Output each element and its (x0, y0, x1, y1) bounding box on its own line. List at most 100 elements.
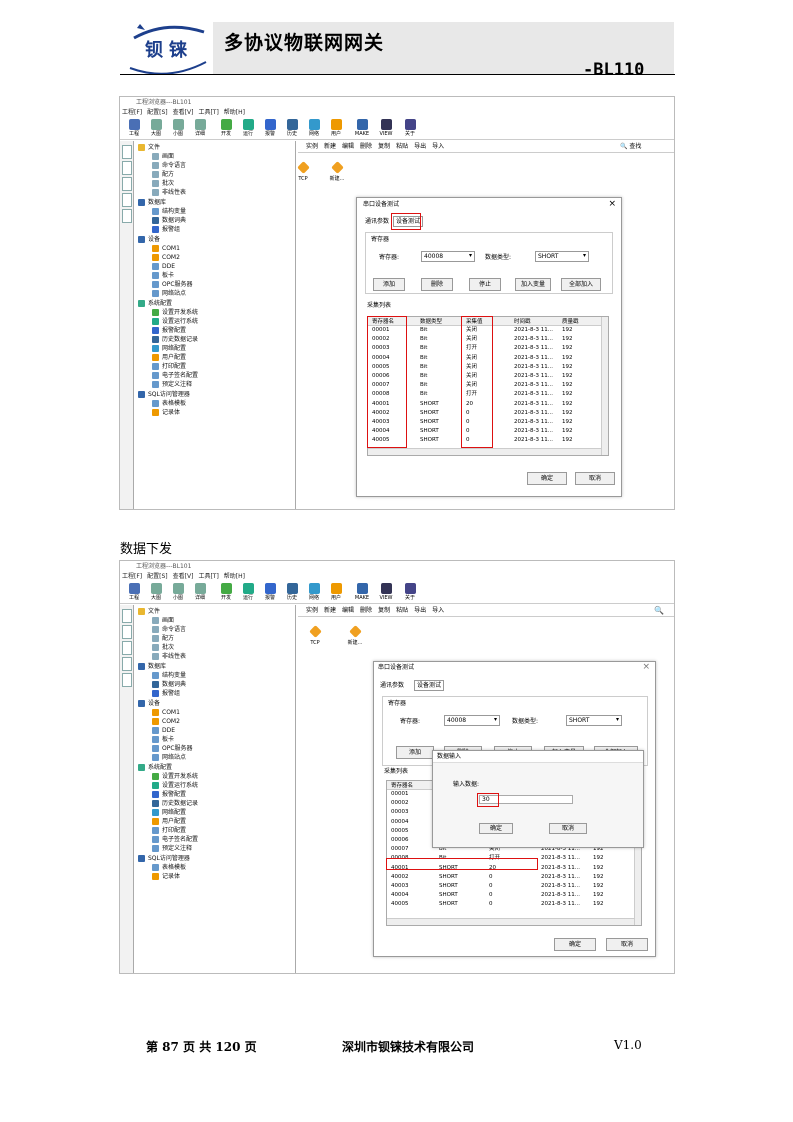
grid-hscroll[interactable] (368, 448, 601, 455)
tree-dde[interactable]: DDE (152, 263, 175, 270)
tree-com2[interactable]: COM2 (152, 718, 180, 725)
stop-button[interactable]: 停止 (469, 278, 501, 291)
tree-file[interactable]: 文件 (138, 144, 160, 151)
device-tcp[interactable]: TCP (290, 161, 316, 182)
new-button[interactable]: 新建 (324, 143, 336, 150)
import-button[interactable]: 导入 (432, 143, 444, 150)
tree-data-dict[interactable]: 数据词典 (152, 681, 186, 688)
tree-com2[interactable]: COM2 (152, 254, 180, 261)
device-tcp[interactable]: TCP (302, 625, 328, 646)
tool-project-button[interactable]: 工程 (124, 582, 144, 601)
tree-table-template[interactable]: 表格模板 (152, 400, 186, 407)
menu-config[interactable]: 配置[S] (147, 109, 168, 116)
tool-network-button[interactable]: 网络 (304, 582, 324, 601)
tool-about-button[interactable]: 关于 (400, 582, 420, 601)
tree-predefined-note[interactable]: 预定义注释 (152, 845, 192, 852)
tree-command-language[interactable]: 命令语言 (152, 626, 186, 633)
tree-batch[interactable]: 批次 (152, 644, 174, 651)
menu-project[interactable]: 工程[F] (122, 109, 142, 116)
tool-detail-button[interactable]: 详细 (190, 582, 210, 601)
add-all-button[interactable]: 全部加入 (561, 278, 601, 291)
tree-run-system[interactable]: 设置运行系统 (152, 782, 198, 789)
paste-button[interactable]: 粘贴 (396, 607, 408, 614)
tool-view-button[interactable]: VIEW (374, 118, 398, 137)
tool-large-button[interactable]: 大图 (146, 118, 166, 137)
device-new[interactable]: 新建... (342, 625, 368, 646)
tool-small-button[interactable]: 小图 (168, 118, 188, 137)
tree-recipe[interactable]: 配方 (152, 171, 174, 178)
paste-button[interactable]: 粘贴 (396, 143, 408, 150)
type-select[interactable]: SHORT (535, 251, 589, 262)
tab-comm-params[interactable]: 通讯参数 (380, 682, 404, 689)
menu-tools[interactable]: 工具[T] (198, 573, 218, 580)
tree-batch[interactable]: 批次 (152, 180, 174, 187)
tool-about-button[interactable]: 关于 (400, 118, 420, 137)
col-register[interactable]: 寄存器名 (391, 783, 413, 790)
col-timestamp[interactable]: 时间戳 (514, 319, 531, 326)
table-row[interactable]: 40002 SHORT 0 2021-8-3 11... 192 (387, 874, 634, 883)
tree-record[interactable]: 记录体 (152, 409, 180, 416)
tree-struct-var[interactable]: 结构变量 (152, 208, 186, 215)
side-tab-report[interactable] (122, 673, 132, 687)
input-cancel-button[interactable]: 取消 (549, 823, 587, 834)
tree-dev-system[interactable]: 设置开发系统 (152, 309, 198, 316)
tree-sql-manager[interactable]: SQL访问管理器 (138, 855, 190, 862)
tree-network-config[interactable]: 网络配置 (152, 809, 186, 816)
side-tab-station[interactable] (122, 641, 132, 655)
tree-device[interactable]: 设备 (138, 700, 160, 707)
tree-screen[interactable]: 画面 (152, 617, 174, 624)
tree-database[interactable]: 数据库 (138, 199, 166, 206)
export-button[interactable]: 导出 (414, 607, 426, 614)
tool-small-button[interactable]: 小图 (168, 582, 188, 601)
tree-network-station[interactable]: 网络站点 (152, 290, 186, 297)
tool-make-button[interactable]: MAKE (350, 582, 374, 601)
instance-button[interactable]: 实例 (306, 143, 318, 150)
add-button[interactable]: 添加 (396, 746, 434, 759)
copy-button[interactable]: 复制 (378, 607, 390, 614)
instance-button[interactable]: 实例 (306, 607, 318, 614)
tool-history-button[interactable]: 历史 (282, 118, 302, 137)
side-tab-screen[interactable] (122, 193, 132, 207)
tree-sql-manager[interactable]: SQL访问管理器 (138, 391, 190, 398)
tree-history-record[interactable]: 历史数据记录 (152, 336, 198, 343)
export-button[interactable]: 导出 (414, 143, 426, 150)
tree-screen[interactable]: 画面 (152, 153, 174, 160)
search-icon[interactable]: 🔍 (654, 606, 664, 616)
add-variable-button[interactable]: 加入变量 (515, 278, 551, 291)
tool-large-button[interactable]: 大图 (146, 582, 166, 601)
tree-history-record[interactable]: 历史数据记录 (152, 800, 198, 807)
tool-run-button[interactable]: 运行 (238, 118, 258, 137)
menu-project[interactable]: 工程[F] (122, 573, 142, 580)
side-tab-system[interactable] (122, 609, 132, 623)
import-button[interactable]: 导入 (432, 607, 444, 614)
tree-com1[interactable]: COM1 (152, 709, 180, 716)
tree-card[interactable]: 板卡 (152, 736, 174, 743)
col-quality[interactable]: 质量戳 (562, 319, 579, 326)
copy-button[interactable]: 复制 (378, 143, 390, 150)
table-row[interactable]: 40004 SHORT 0 2021-8-3 11... 192 (387, 892, 634, 901)
tree-run-system[interactable]: 设置运行系统 (152, 318, 198, 325)
delete-button[interactable]: 删除 (360, 607, 372, 614)
tree-esign-config[interactable]: 电子签名配置 (152, 372, 198, 379)
add-button[interactable]: 添加 (373, 278, 405, 291)
tree-user-config[interactable]: 用户配置 (152, 818, 186, 825)
menu-tools[interactable]: 工具[T] (198, 109, 218, 116)
side-tab-station[interactable] (122, 177, 132, 191)
tree-system-config[interactable]: 系统配置 (138, 764, 172, 771)
tool-user-button[interactable]: 用户 (326, 582, 346, 601)
tree-device[interactable]: 设备 (138, 236, 160, 243)
tree-alarm-config[interactable]: 报警配置 (152, 791, 186, 798)
tree-recipe[interactable]: 配方 (152, 635, 174, 642)
new-button[interactable]: 新建 (324, 607, 336, 614)
tree-database[interactable]: 数据库 (138, 663, 166, 670)
tree-system-config[interactable]: 系统配置 (138, 300, 172, 307)
menu-help[interactable]: 帮助[H] (224, 573, 245, 580)
tool-make-button[interactable]: MAKE (350, 118, 374, 137)
tool-project-button[interactable]: 工程 (124, 118, 144, 137)
col-type[interactable]: 数据类型 (420, 319, 442, 326)
register-select[interactable]: 40008 (421, 251, 475, 262)
edit-button[interactable]: 编辑 (342, 143, 354, 150)
tree-record[interactable]: 记录体 (152, 873, 180, 880)
delete-button[interactable]: 删除 (360, 143, 372, 150)
tree-command-language[interactable]: 命令语言 (152, 162, 186, 169)
